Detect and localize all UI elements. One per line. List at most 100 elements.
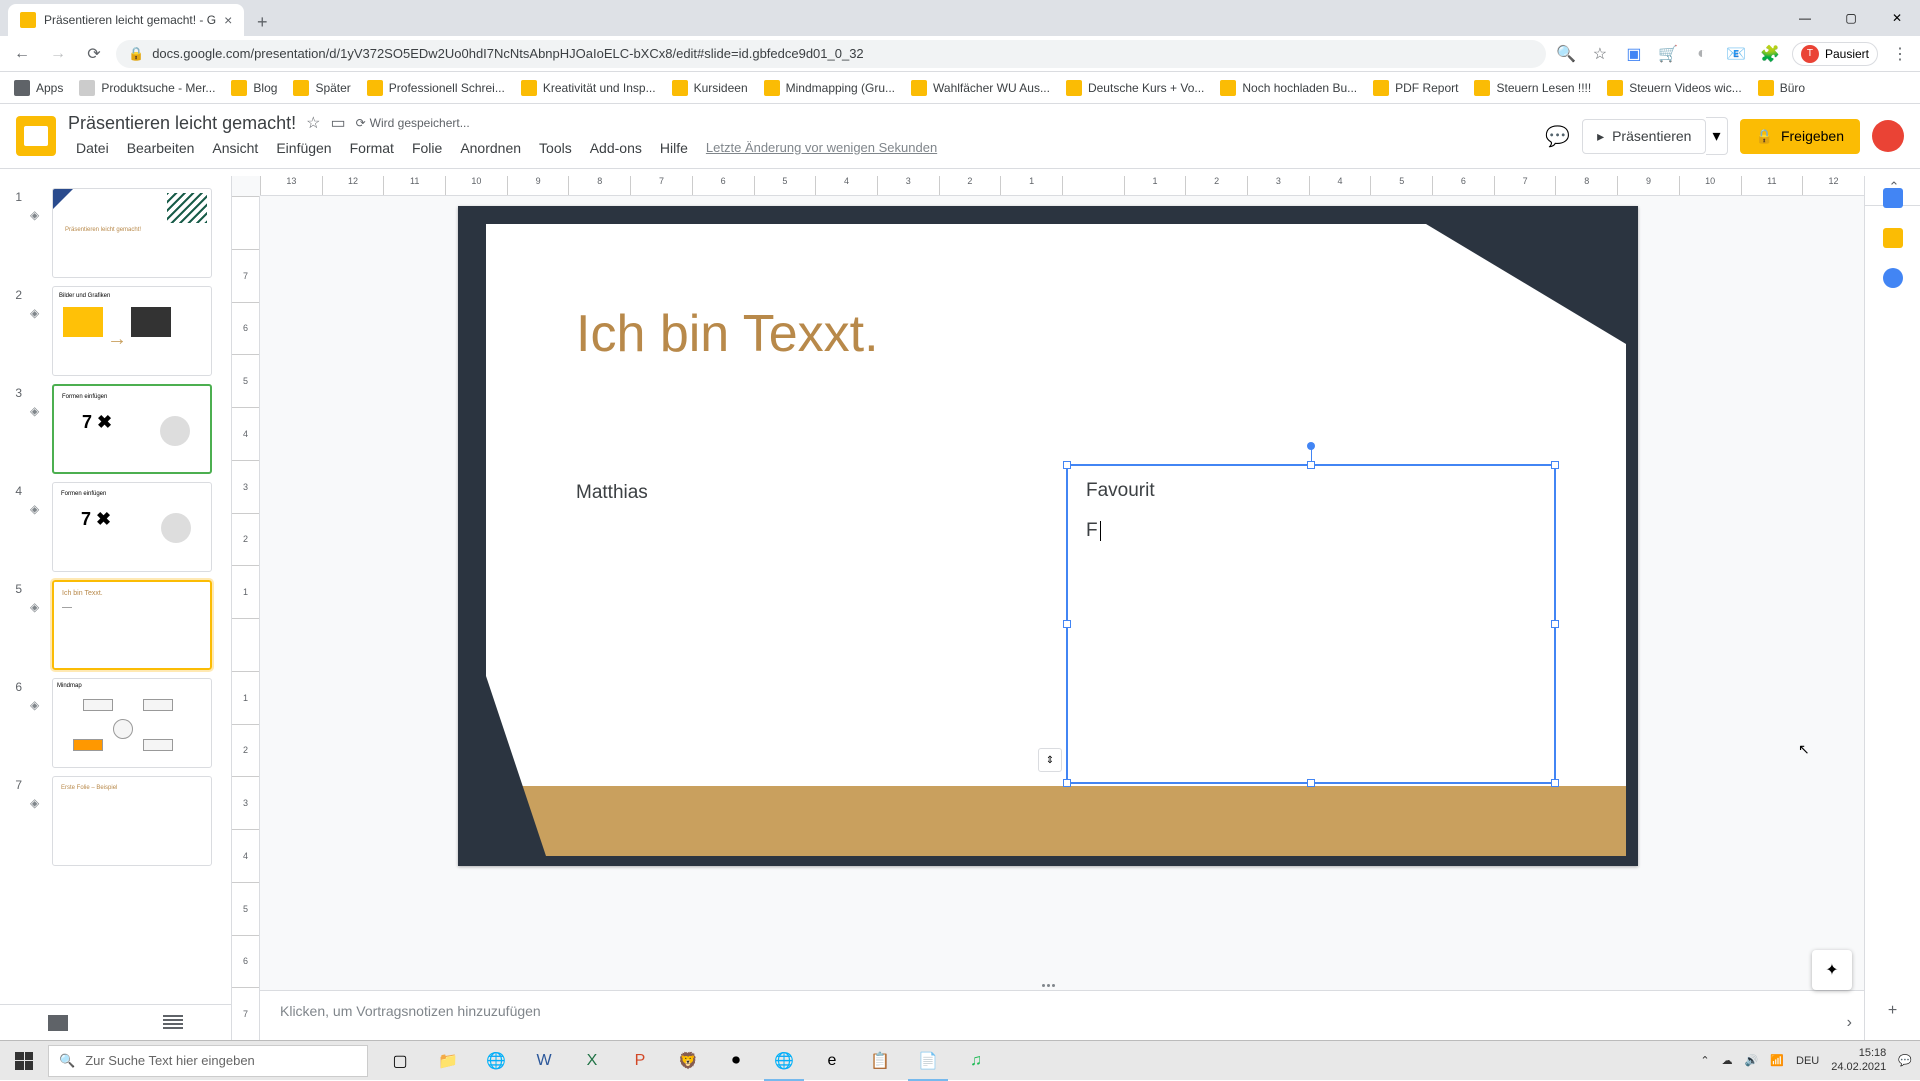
menu-anordnen[interactable]: Anordnen — [452, 136, 529, 160]
bookmark-item[interactable]: Wahlfächer WU Aus... — [905, 76, 1056, 100]
minimize-button[interactable]: — — [1782, 0, 1828, 36]
resize-handle-br[interactable] — [1551, 779, 1559, 787]
extension-icon-1[interactable]: ▣ — [1622, 42, 1646, 66]
resize-handle-bl[interactable] — [1063, 779, 1071, 787]
browser-tab[interactable]: Präsentieren leicht gemacht! - G × — [8, 4, 244, 36]
selected-text-box[interactable]: ⇕ Favourit F ↖ — [1066, 464, 1556, 784]
obs-icon[interactable]: ⏺ — [712, 1041, 760, 1081]
slide-thumbnail-3[interactable]: Formen einfügen7 ✖ — [52, 384, 212, 474]
start-button[interactable] — [0, 1041, 48, 1081]
tab-close-icon[interactable]: × — [224, 12, 232, 28]
forward-button[interactable]: → — [44, 40, 72, 68]
present-button[interactable]: ▸ Präsentieren — [1582, 119, 1706, 154]
grid-view-button[interactable] — [163, 1015, 183, 1031]
bookmark-item[interactable]: Noch hochladen Bu... — [1214, 76, 1363, 100]
bookmark-item[interactable]: Mindmapping (Gru... — [758, 76, 901, 100]
slide-thumbnail-7[interactable]: Erste Folie – Beispiel — [52, 776, 212, 866]
notification-icon[interactable]: 💬 — [1898, 1054, 1912, 1067]
bookmark-item[interactable]: Kursideen — [666, 76, 754, 100]
volume-icon[interactable]: 🔊 — [1745, 1054, 1759, 1067]
resize-handle-ml[interactable] — [1063, 620, 1071, 628]
menu-folie[interactable]: Folie — [404, 136, 450, 160]
add-addon-button[interactable]: + — [1888, 1002, 1897, 1020]
new-tab-button[interactable]: + — [248, 8, 276, 36]
slides-logo[interactable] — [16, 116, 56, 156]
tray-chevron-icon[interactable]: ⌃ — [1700, 1054, 1709, 1067]
resize-handle-mr[interactable] — [1551, 620, 1559, 628]
move-icon[interactable]: ▭ — [330, 113, 345, 133]
maximize-button[interactable]: ▢ — [1828, 0, 1874, 36]
resize-handle-bm[interactable] — [1307, 779, 1315, 787]
explore-button[interactable]: ✦ — [1812, 950, 1852, 990]
filmstrip-view-button[interactable] — [48, 1015, 68, 1031]
edge2-icon[interactable]: e — [808, 1041, 856, 1081]
menu-einfuegen[interactable]: Einfügen — [268, 136, 339, 160]
menu-addons[interactable]: Add-ons — [582, 136, 650, 160]
calendar-icon[interactable] — [1883, 188, 1903, 208]
slide-body-left[interactable]: Matthias — [576, 482, 648, 504]
language-indicator[interactable]: DEU — [1796, 1055, 1819, 1067]
rotate-handle[interactable] — [1307, 442, 1315, 450]
onedrive-icon[interactable]: ☁ — [1722, 1054, 1733, 1067]
extension-icon-4[interactable]: 📧 — [1724, 42, 1748, 66]
wifi-icon[interactable]: 📶 — [1770, 1054, 1784, 1067]
menu-tools[interactable]: Tools — [531, 136, 580, 160]
resize-handle-tl[interactable] — [1063, 461, 1071, 469]
star-icon[interactable]: ☆ — [306, 113, 320, 133]
edge-icon[interactable]: 🌐 — [472, 1041, 520, 1081]
slide-thumbnail-4[interactable]: Formen einfügen7 ✖ — [52, 482, 212, 572]
excel-icon[interactable]: X — [568, 1041, 616, 1081]
extension-icon-2[interactable]: 🛒 — [1656, 42, 1680, 66]
bookmark-item[interactable]: Professionell Schrei... — [361, 76, 511, 100]
close-window-button[interactable]: ✕ — [1874, 0, 1920, 36]
profile-paused[interactable]: T Pausiert — [1792, 42, 1878, 66]
bookmark-item[interactable]: Büro — [1752, 76, 1811, 100]
url-field[interactable]: 🔒 docs.google.com/presentation/d/1yV372S… — [116, 40, 1546, 68]
bookmark-apps[interactable]: Apps — [8, 76, 69, 100]
show-side-panel-button[interactable]: › — [1847, 1014, 1852, 1032]
slide[interactable]: Ich bin Texxt. Matthias ⇕ Favourit F — [458, 206, 1638, 866]
resize-handle-tm[interactable] — [1307, 461, 1315, 469]
slide-title-text[interactable]: Ich bin Texxt. — [576, 304, 879, 364]
app-icon-2[interactable]: 📋 — [856, 1041, 904, 1081]
slide-thumbnail-1[interactable]: Präsentieren leicht gemacht! — [52, 188, 212, 278]
slide-thumbnail-6[interactable]: Mindmap — [52, 678, 212, 768]
back-button[interactable]: ← — [8, 40, 36, 68]
account-avatar[interactable] — [1872, 120, 1904, 152]
chrome-icon[interactable]: 🌐 — [760, 1041, 808, 1081]
bookmark-item[interactable]: PDF Report — [1367, 76, 1464, 100]
present-dropdown[interactable]: ▾ — [1706, 117, 1727, 155]
comment-icon[interactable]: 💬 — [1545, 124, 1570, 149]
bookmark-item[interactable]: Steuern Lesen !!!! — [1468, 76, 1597, 100]
menu-hilfe[interactable]: Hilfe — [652, 136, 696, 160]
bookmark-item[interactable]: Blog — [225, 76, 283, 100]
reload-button[interactable]: ⟳ — [80, 40, 108, 68]
share-button[interactable]: 🔒 Freigeben — [1740, 119, 1860, 154]
powerpoint-icon[interactable]: P — [616, 1041, 664, 1081]
zoom-icon[interactable]: 🔍 — [1554, 42, 1578, 66]
bookmark-item[interactable]: Später — [287, 76, 356, 100]
bookmark-star-icon[interactable]: ☆ — [1588, 42, 1612, 66]
word-icon[interactable]: W — [520, 1041, 568, 1081]
autofit-indicator[interactable]: ⇕ — [1038, 748, 1062, 772]
menu-ansicht[interactable]: Ansicht — [204, 136, 266, 160]
menu-datei[interactable]: Datei — [68, 136, 117, 160]
keep-icon[interactable] — [1883, 228, 1903, 248]
speaker-notes[interactable]: Klicken, um Vortragsnotizen hinzuzufügen — [260, 990, 1864, 1040]
bookmark-item[interactable]: Deutsche Kurs + Vo... — [1060, 76, 1210, 100]
bookmark-item[interactable]: Steuern Videos wic... — [1601, 76, 1748, 100]
extension-icon-3[interactable]: ◐ — [1690, 42, 1714, 66]
browser-menu-icon[interactable]: ⋮ — [1888, 42, 1912, 66]
tasks-icon[interactable] — [1883, 268, 1903, 288]
horizontal-ruler[interactable]: 13121110987654321123456789101112 — [260, 176, 1864, 196]
explorer-icon[interactable]: 📁 — [424, 1041, 472, 1081]
extensions-puzzle-icon[interactable]: 🧩 — [1758, 42, 1782, 66]
text-box-content[interactable]: Favourit F — [1068, 466, 1554, 556]
vertical-ruler[interactable]: 76543211234567 — [232, 196, 260, 1040]
app-icon[interactable]: 🦁 — [664, 1041, 712, 1081]
task-view-button[interactable]: ▢ — [376, 1041, 424, 1081]
spotify-icon[interactable]: ♫ — [952, 1041, 1000, 1081]
resize-handle-tr[interactable] — [1551, 461, 1559, 469]
bookmark-item[interactable]: Kreativität und Insp... — [515, 76, 662, 100]
bookmark-item[interactable]: Produktsuche - Mer... — [73, 76, 221, 100]
